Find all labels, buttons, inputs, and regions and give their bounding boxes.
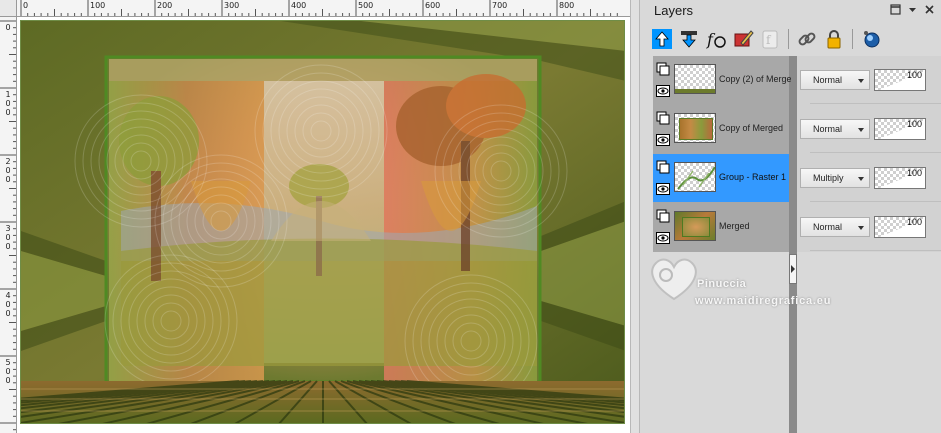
blend-range-icon[interactable] [859,27,883,51]
layer-stack-icon[interactable] [656,111,670,125]
layer-name: Merged [719,221,750,231]
visibility-eye-icon[interactable] [656,231,670,244]
palette-window-controls [890,4,935,16]
ruler-tick-label: 300 [5,224,11,251]
opacity-slider[interactable]: 100 [874,167,926,189]
opacity-slider[interactable]: 100 [874,69,926,91]
layer-name: Group - Raster 1 [719,172,787,182]
row-separator [810,250,941,251]
new-raster-layer-icon[interactable] [650,27,674,51]
layer-effects-icon[interactable]: f [704,27,728,51]
svg-text:f: f [706,30,716,49]
ruler-tick-label: 400 [291,1,307,10]
layer-stack-icon[interactable] [656,209,670,223]
window-icon[interactable] [890,4,901,16]
layer-name-cell[interactable]: Copy of Merged [653,105,789,153]
row-separator [810,103,941,104]
link-icon[interactable] [795,27,819,51]
close-icon[interactable] [924,4,935,16]
layer-row[interactable]: Merged Normal 100 [653,203,941,251]
opacity-value: 100 [906,70,922,80]
layer-thumbnail [674,211,716,241]
layer-name: Copy of Merged [719,123,784,133]
image-window: 0 100 200 300 400 500 600 700 800 0 100 200 300 400 5… [0,0,630,433]
layers-palette: Layers f f Copy (2) of Merged Normal 100… [640,0,941,433]
layer-row-selected[interactable]: Group - Raster 1 Multiply 100 [653,154,941,202]
ruler-tick-label: 0 [23,1,29,10]
artwork-canvas[interactable] [20,20,625,424]
blend-mode-dropdown[interactable]: Normal [800,217,870,237]
ruler-tick-label: 100 [5,90,11,117]
visibility-eye-icon[interactable] [656,133,670,146]
horizontal-ruler: 0 100 200 300 400 500 600 700 800 [17,0,630,17]
opacity-value: 100 [906,217,922,227]
visibility-eye-icon[interactable] [656,84,670,97]
layer-name: Copy (2) of Merged [719,74,791,84]
ruler-tick-label: 200 [157,1,173,10]
vertical-ruler: 0 100 200 300 400 500 [0,17,17,433]
layers-toolbar: f f [650,25,883,53]
lock-icon[interactable] [822,27,846,51]
palette-title: Layers [654,3,694,18]
ruler-tick-label: 300 [224,1,240,10]
ruler-tick-label: 400 [5,291,11,318]
row-separator [810,201,941,202]
blend-mode-dropdown[interactable]: Normal [800,70,870,90]
blend-mode-dropdown[interactable]: Normal [800,119,870,139]
splitter-handle[interactable] [789,254,797,284]
layer-thumbnail [674,113,716,143]
ruler-tick-label: 100 [90,1,106,10]
opacity-slider[interactable]: 100 [874,216,926,238]
layer-thumbnail [674,64,716,94]
layer-name-cell[interactable]: Merged [653,203,789,251]
new-vector-layer-icon[interactable] [677,27,701,51]
toolbar-separator [852,29,853,49]
ruler-tick-label: 800 [559,1,575,10]
ruler-tick-label: 500 [5,358,11,385]
panel-divider[interactable] [630,0,640,433]
ruler-corner [0,0,17,17]
row-separator [810,152,941,153]
visibility-eye-icon[interactable] [656,182,670,195]
psp-workspace: 0 100 200 300 400 500 600 700 800 0 100 200 300 400 5… [0,0,941,433]
opacity-value: 100 [906,168,922,178]
ruler-tick-label: 500 [358,1,374,10]
dropdown-icon[interactable] [907,4,918,16]
ruler-tick-label: 0 [5,23,11,32]
opacity-value: 100 [906,119,922,129]
layer-stack-icon[interactable] [656,62,670,76]
toolbar-separator [788,29,789,49]
edit-selection-icon[interactable] [731,27,755,51]
layer-thumbnail [674,162,716,192]
mask-icon[interactable]: f [758,27,782,51]
layer-stack-icon[interactable] [656,160,670,174]
layer-row[interactable]: Copy (2) of Merged Normal 100 [653,56,941,104]
blend-mode-dropdown[interactable]: Multiply [800,168,870,188]
layer-name-cell[interactable]: Copy (2) of Merged [653,56,791,104]
ruler-tick-label: 700 [492,1,508,10]
layer-row[interactable]: Copy of Merged Normal 100 [653,105,941,153]
artwork-image [21,21,624,423]
ruler-tick-label: 600 [425,1,441,10]
opacity-slider[interactable]: 100 [874,118,926,140]
layer-name-cell[interactable]: Group - Raster 1 [653,154,789,202]
ruler-tick-label: 200 [5,157,11,184]
